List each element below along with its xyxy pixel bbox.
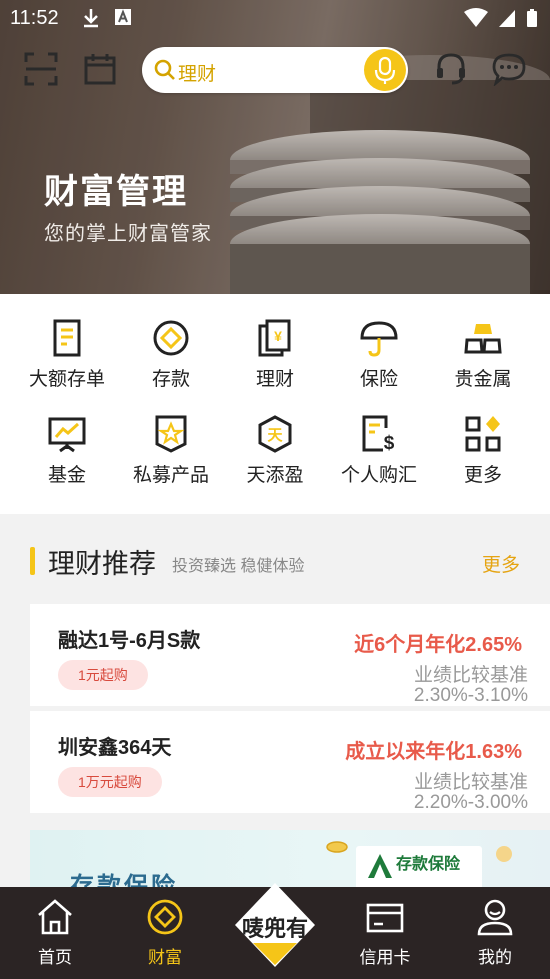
- grid-item-deposit[interactable]: 存款: [116, 318, 226, 391]
- voice-search-button[interactable]: [364, 49, 406, 91]
- min-purchase-badge: 1万元起购: [58, 767, 162, 797]
- status-bar: 11:52: [0, 0, 550, 36]
- grid-item-private-fund[interactable]: 私募产品: [116, 414, 226, 487]
- status-time: 11:52: [10, 7, 59, 29]
- grid-label: 私募产品: [132, 465, 209, 486]
- search-bar[interactable]: 理财: [142, 47, 408, 93]
- product-card[interactable]: 融达1号-6月S款 1元起购 近6个月年化2.65% 业绩比较基准 2.30%-…: [30, 604, 550, 706]
- hero-title: 财富管理: [44, 173, 188, 211]
- nav-center-button[interactable]: 唛兜有: [231, 881, 319, 969]
- umbrella-icon: [360, 321, 398, 357]
- grid-label: 保险: [359, 369, 398, 390]
- grid-label: 天添盈: [246, 465, 304, 486]
- wealth-nav-icon: [147, 899, 183, 935]
- grid-item-insurance[interactable]: 保险: [324, 318, 434, 391]
- product-rate: 近6个月年化2.65%: [354, 634, 522, 656]
- calendar-icon[interactable]: [83, 52, 117, 86]
- gold-bars-icon: [464, 324, 502, 354]
- fund-chart-icon: [48, 417, 86, 453]
- grid-label: 贵金属: [454, 369, 512, 390]
- tree-logo-icon: [368, 854, 392, 878]
- grid-item-tiantianying[interactable]: 天 天添盈: [220, 414, 330, 487]
- svg-text:$: $: [384, 433, 395, 454]
- home-icon: [38, 899, 72, 935]
- wifi-icon: [464, 8, 488, 27]
- grid-item-precious-metal[interactable]: 贵金属: [428, 318, 538, 391]
- gift-icon: [496, 846, 512, 862]
- download-icon: [84, 9, 98, 28]
- more-grid-icon: [465, 416, 501, 452]
- grid-item-wealth[interactable]: ¥ 理财: [220, 318, 330, 391]
- coins-background-image: [0, 0, 550, 294]
- grid-label: 理财: [255, 369, 294, 390]
- nav-label: 信用卡: [359, 948, 411, 967]
- scan-icon[interactable]: [24, 52, 58, 86]
- grid-label: 个人购汇: [340, 465, 417, 486]
- product-rate: 成立以来年化1.63%: [345, 741, 522, 763]
- grid-label: 大额存单: [28, 369, 105, 390]
- battery-icon: [527, 9, 537, 27]
- svg-text:¥: ¥: [274, 328, 282, 344]
- credit-card-icon: [366, 903, 404, 933]
- svg-text:天: 天: [267, 426, 283, 444]
- search-icon: [154, 59, 175, 80]
- nav-mine[interactable]: 我的: [440, 897, 550, 968]
- hero-banner: 11:52 理财 财富管理 您的掌上财富管家: [0, 0, 550, 294]
- wealth-icon: ¥: [258, 319, 291, 357]
- certificate-icon: [53, 319, 81, 357]
- notification-app-icon: [115, 9, 131, 25]
- product-name: 融达1号-6月S款: [58, 630, 201, 652]
- signal-icon: [499, 10, 515, 27]
- logo-text: 存款保险: [396, 856, 461, 873]
- nav-label: 财富: [148, 948, 182, 967]
- more-link[interactable]: 更多: [482, 550, 520, 577]
- benchmark-value: 2.20%-3.00%: [413, 792, 528, 813]
- tiantianying-icon: 天: [258, 415, 292, 453]
- microphone-icon: [374, 56, 396, 84]
- customer-service-icon[interactable]: [434, 52, 468, 86]
- grid-label: 更多: [463, 465, 502, 486]
- nav-wealth[interactable]: 财富: [110, 897, 220, 968]
- nav-credit-card[interactable]: 信用卡: [330, 897, 440, 968]
- forex-icon: $: [362, 415, 395, 454]
- nav-label: 首页: [38, 948, 72, 967]
- grid-item-fund[interactable]: 基金: [12, 414, 122, 487]
- nav-label: 我的: [478, 948, 512, 967]
- grid-item-large-deposit[interactable]: 大额存单: [12, 318, 122, 391]
- grid-label: 存款: [151, 369, 190, 390]
- hero-subtitle: 您的掌上财富管家: [44, 223, 212, 245]
- center-logo-text: 唛兜有: [241, 916, 308, 942]
- benchmark-label: 业绩比较基准: [413, 772, 528, 793]
- min-purchase-badge: 1元起购: [58, 660, 148, 690]
- section-title: 理财推荐: [48, 549, 156, 579]
- private-fund-icon: [155, 415, 187, 453]
- benchmark-label: 业绩比较基准: [413, 665, 528, 686]
- bottom-nav: 首页 财富 唛兜有 信用卡 我的: [0, 883, 550, 979]
- nav-home[interactable]: 首页: [0, 897, 110, 968]
- grid-item-forex[interactable]: $ 个人购汇: [324, 414, 434, 487]
- section-accent-bar: [30, 547, 35, 575]
- service-grid: 大额存单 存款 ¥ 理财 保险 贵金属 基金 私募产品 天 天添盈 $ 个人购汇…: [0, 294, 550, 514]
- message-icon[interactable]: [492, 52, 526, 86]
- grid-label: 基金: [47, 465, 86, 486]
- section-subtitle: 投资臻选 稳健体验: [172, 558, 305, 575]
- deposit-insurance-logo: 存款保险: [356, 846, 482, 890]
- user-icon: [477, 899, 513, 936]
- grid-item-more[interactable]: 更多: [428, 414, 538, 487]
- search-input[interactable]: 理财: [178, 59, 216, 86]
- product-name: 圳安鑫364天: [58, 737, 172, 759]
- deposit-icon: [153, 320, 189, 356]
- coin-icon: [326, 841, 348, 853]
- benchmark-value: 2.30%-3.10%: [413, 685, 528, 706]
- recommend-header: 理财推荐 投资臻选 稳健体验 更多: [30, 540, 530, 580]
- product-card[interactable]: 圳安鑫364天 1万元起购 成立以来年化1.63% 业绩比较基准 2.20%-3…: [30, 711, 550, 813]
